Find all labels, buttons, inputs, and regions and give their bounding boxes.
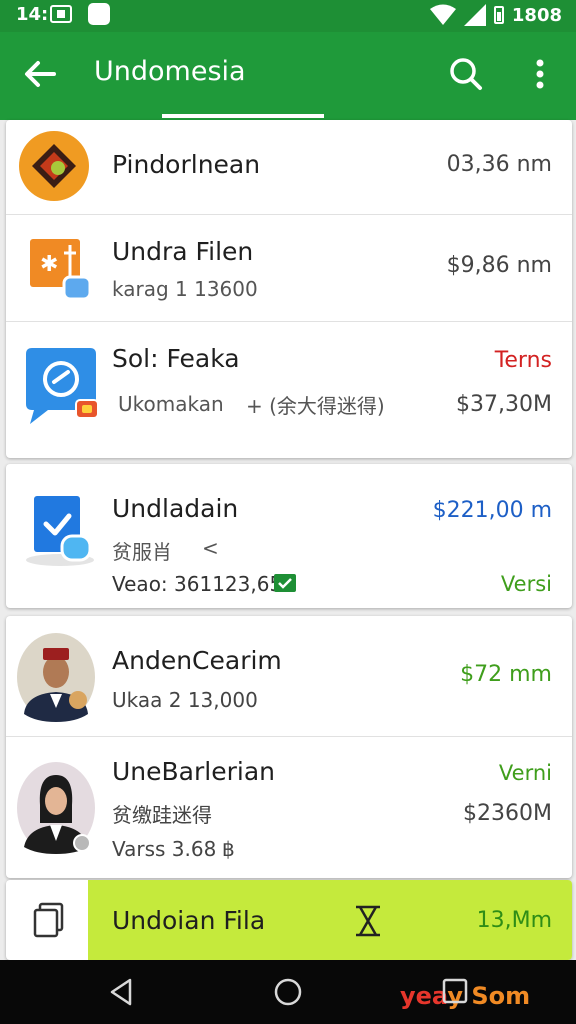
list-item[interactable]: ✱ Undra Filen karag 1 13600 $9,86 nm — [6, 215, 572, 321]
item-name: Pindorlnean — [112, 150, 261, 179]
item-name: Sol: Feaka — [112, 344, 240, 373]
item-subtitle-extra: + (余大得迷得) — [246, 394, 385, 418]
page-title: Undomesia — [94, 56, 246, 87]
app-icon — [19, 131, 89, 201]
item-value: $221,00 m — [432, 498, 552, 523]
list-item-highlighted[interactable]: Undoian Fila 13,Mm — [6, 880, 572, 960]
nav-recent-icon[interactable] — [442, 978, 468, 1004]
item-subtitle: 贫缴跬迷得 — [112, 803, 212, 827]
hourglass-icon[interactable] — [352, 904, 384, 938]
chat-app-icon — [26, 348, 99, 424]
verified-badge-icon — [274, 574, 296, 592]
list-card: Undladain 贫服肖 < Veao: 361123,65 $221,00 … — [6, 464, 572, 608]
item-name: UneBarlerian — [112, 757, 275, 786]
item-version: Veao: 361123,65 — [112, 572, 283, 596]
notification-icon — [50, 5, 72, 23]
search-icon[interactable] — [442, 50, 490, 98]
list-item[interactable]: Undladain 贫服肖 < Veao: 361123,65 $221,00 … — [6, 464, 572, 608]
app-bar: Undomesia — [0, 32, 576, 120]
item-subtitle: karag 1 13600 — [112, 277, 258, 301]
item-status: Versi — [500, 572, 552, 596]
svg-text:✱: ✱ — [40, 252, 58, 277]
item-subtitle: 贫服肖 — [112, 540, 172, 564]
item-name: Undra Filen — [112, 237, 254, 266]
list-item[interactable]: UneBarlerian 贫缴跬迷得 Varss 3.68 ฿ Verni $2… — [6, 737, 572, 878]
nav-back-icon[interactable] — [104, 974, 140, 1010]
avatar — [17, 633, 95, 722]
signal-icon — [463, 4, 486, 26]
item-value: $9,86 nm — [446, 253, 552, 278]
item-subtitle: Ukomakan — [118, 392, 224, 416]
wifi-icon — [429, 4, 456, 25]
more-vert-icon[interactable] — [518, 50, 562, 98]
item-value: $2360M — [463, 801, 552, 826]
item-name: Undladain — [112, 494, 239, 523]
item-version: Varss 3.68 — [112, 837, 217, 861]
item-subtitle-mark: < — [202, 536, 219, 560]
file-icon — [33, 902, 64, 938]
app-notification-icon — [88, 3, 110, 25]
status-icons: 1808 — [429, 3, 562, 27]
item-status: Verni — [498, 761, 552, 785]
item-value: $37,30M — [456, 392, 552, 417]
item-name: Undoian Fila — [112, 906, 266, 935]
list-card: AndenCearim Ukaa 2 13,000 $72 mm UneBarl… — [6, 616, 572, 878]
list-item[interactable]: Sol: Feaka Ukomakan + (余大得迷得) Terns $37,… — [6, 322, 572, 458]
battery-icon — [493, 6, 504, 24]
list-card: Pindorlnean 03,36 nm ✱ Undra Filen karag… — [6, 120, 572, 458]
navigation-bar: yeay Som — [0, 960, 576, 1024]
check-app-icon — [26, 496, 94, 566]
status-bar: 14: 1808 — [0, 0, 576, 32]
item-value: $72 mm — [460, 662, 552, 687]
list-card: Undoian Fila 13,Mm — [6, 880, 572, 960]
nav-home-icon[interactable] — [270, 974, 306, 1010]
item-value: 03,36 nm — [446, 152, 552, 177]
item-name: AndenCearim — [112, 646, 282, 675]
list-item[interactable]: Pindorlnean 03,36 nm — [6, 120, 572, 214]
item-version-mark: ฿ — [222, 837, 235, 861]
item-status: Terns — [494, 348, 552, 373]
status-time: 14: — [16, 4, 49, 25]
status-clock: 1808 — [511, 4, 562, 26]
file-app-icon: ✱ — [30, 239, 92, 301]
item-value: 13,Mm — [476, 908, 552, 933]
item-subtitle: Ukaa 2 13,000 — [112, 688, 258, 712]
back-arrow-icon[interactable] — [16, 50, 64, 98]
tab-indicator — [162, 114, 324, 118]
avatar — [17, 762, 95, 854]
list-item[interactable]: AndenCearim Ukaa 2 13,000 $72 mm — [6, 616, 572, 736]
